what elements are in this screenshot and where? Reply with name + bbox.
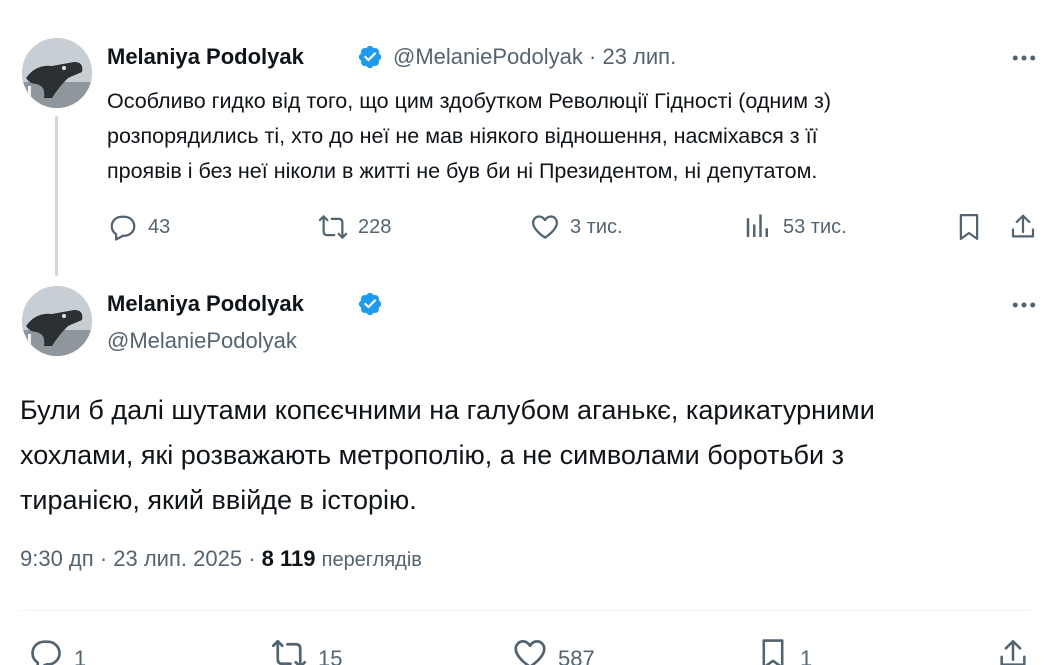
heart-icon: [514, 640, 546, 665]
share-button[interactable]: [1008, 212, 1038, 242]
reply-button[interactable]: 1: [28, 636, 86, 665]
views-label: переглядів: [321, 549, 422, 571]
avatar-image: [22, 38, 92, 108]
like-count: 3 тис.: [570, 215, 623, 238]
bookmark-count: 1: [800, 646, 813, 665]
heart-icon: [532, 215, 558, 239]
like-button[interactable]: 3 тис.: [530, 212, 623, 242]
more-horizontal-icon[interactable]: [1009, 43, 1039, 73]
share-button[interactable]: [996, 636, 1030, 665]
tweet-text-line: Були б далі шутами копєєчними на галубом…: [20, 395, 875, 425]
tweet-time[interactable]: 9:30 дп: [20, 546, 94, 571]
repost-icon: [271, 639, 307, 665]
verified-badge-icon[interactable]: [357, 291, 383, 317]
repost-count: 15: [318, 646, 343, 665]
bookmark-button[interactable]: [954, 212, 984, 242]
verified-badge-icon[interactable]: [357, 44, 383, 70]
tweet-text: Були б далі шутами копєєчними на галубом…: [20, 388, 1030, 523]
reply-count: 43: [148, 215, 171, 238]
tweet-text-line: розпорядились ті, хто до неї не мав ніяк…: [107, 124, 818, 148]
bookmark-icon: [762, 639, 784, 665]
reply-icon: [31, 640, 61, 665]
bookmark-button[interactable]: 1: [756, 636, 812, 665]
repost-button[interactable]: 15: [270, 636, 342, 665]
repost-count: 228: [358, 215, 392, 238]
like-button[interactable]: 587: [512, 636, 595, 665]
tweet-text-line: хохлами, які розважають метрополію, а не…: [20, 440, 844, 470]
views-button[interactable]: 53 тис.: [743, 212, 847, 242]
tweet-text-line: тиранією, який ввійде в історію.: [20, 485, 417, 515]
views-count: 8 119: [261, 546, 316, 571]
author-name[interactable]: Melaniya Podolyak: [107, 291, 304, 317]
repost-icon: [318, 215, 348, 239]
tweet-text-line: проявів і без неї ніколи в житті не був …: [107, 159, 818, 183]
tweet-text: Особливо гидко від того, що цим здобутко…: [107, 84, 1037, 189]
views-count: 53 тис.: [783, 215, 847, 238]
repost-button[interactable]: 228: [318, 212, 391, 242]
views-chart-icon: [746, 214, 768, 237]
author-handle[interactable]: @MelaniePodolyak: [107, 328, 297, 354]
more-horizontal-icon[interactable]: [1009, 290, 1039, 320]
author-name[interactable]: Melaniya Podolyak: [107, 44, 304, 70]
avatar-image: [22, 286, 92, 356]
share-icon: [1011, 214, 1035, 238]
share-icon: [1000, 639, 1026, 665]
avatar[interactable]: [22, 38, 92, 108]
bookmark-icon: [959, 214, 979, 240]
tweet-date[interactable]: 23 лип.: [602, 44, 676, 69]
tweet-date[interactable]: 23 лип. 2025: [113, 546, 242, 571]
reply-button[interactable]: 43: [108, 212, 170, 242]
author-handle[interactable]: @MelaniePodolyak · 23 лип.: [393, 44, 676, 70]
tweet-text-line: Особливо гидко від того, що цим здобутко…: [107, 89, 832, 113]
thread-connector-line: [55, 116, 58, 276]
tweet-meta: 9:30 дп · 23 лип. 2025 · 8 119 перегляді…: [20, 546, 422, 571]
divider: [20, 610, 1030, 611]
avatar[interactable]: [22, 286, 92, 356]
reply-count: 1: [74, 646, 87, 665]
like-count: 587: [558, 646, 595, 665]
reply-icon: [110, 215, 136, 241]
